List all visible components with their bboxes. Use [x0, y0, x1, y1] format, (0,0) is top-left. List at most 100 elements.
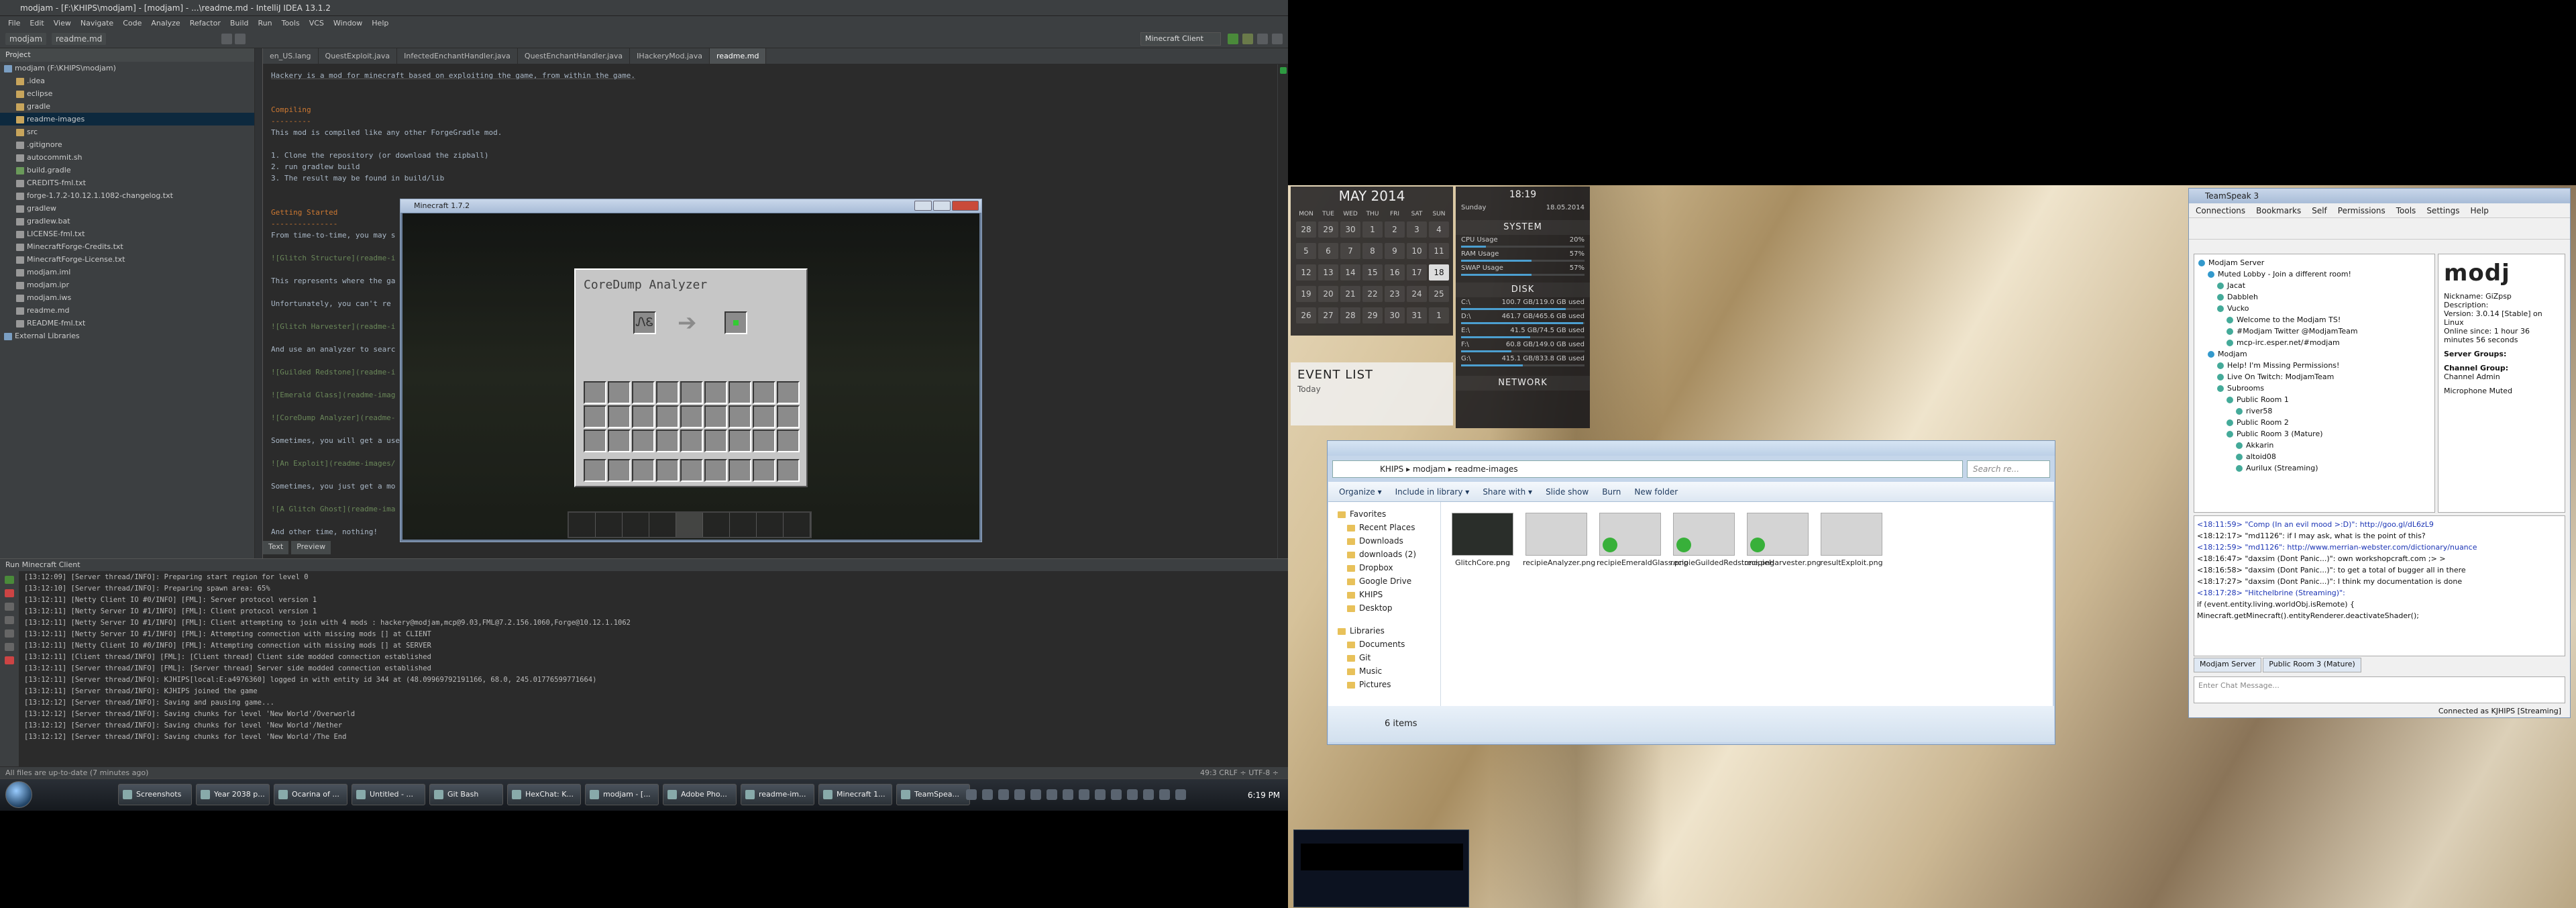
inventory-slot[interactable]: [753, 405, 775, 428]
channel-tree-item[interactable]: Jacat: [2194, 280, 2434, 291]
taskbar-button[interactable]: Screenshots: [118, 784, 192, 805]
tree-item[interactable]: readme-images: [0, 113, 254, 125]
inventory-slot[interactable]: [584, 459, 606, 482]
tray-icon[interactable]: [998, 789, 1009, 800]
maximize-button[interactable]: [933, 201, 951, 211]
taskbar-button[interactable]: Year 2038 p...: [196, 784, 270, 805]
nav-item[interactable]: Recent Places: [1328, 521, 1440, 534]
calendar-day[interactable]: 19: [1296, 286, 1316, 302]
chat-input[interactable]: Enter Chat Message...: [2194, 676, 2565, 703]
menu-item[interactable]: Navigate: [80, 19, 113, 28]
menu-item[interactable]: File: [8, 19, 20, 28]
tree-item[interactable]: build.gradle: [0, 164, 254, 176]
calendar-day[interactable]: 12: [1296, 264, 1316, 281]
nav-item[interactable]: Dropbox: [1328, 561, 1440, 574]
taskbar-clock[interactable]: 6:19 PM: [1245, 785, 1283, 805]
close-run-icon[interactable]: [5, 656, 14, 664]
calendar-day[interactable]: 20: [1318, 286, 1338, 302]
editor-tab[interactable]: QuestEnchantHandler.java: [518, 48, 631, 64]
tree-item[interactable]: modjam.ipr: [0, 279, 254, 291]
calendar-day[interactable]: 28: [1296, 221, 1316, 238]
calendar-day[interactable]: 27: [1318, 307, 1338, 323]
tray-icon[interactable]: [1030, 789, 1041, 800]
tray-icon[interactable]: [1127, 789, 1138, 800]
nav-item[interactable]: Google Drive: [1328, 574, 1440, 588]
taskbar-button[interactable]: Git Bash: [429, 784, 503, 805]
calendar-day[interactable]: 29: [1318, 221, 1338, 238]
nav-item[interactable]: downloads (2): [1328, 548, 1440, 561]
calendar-day[interactable]: 15: [1362, 264, 1383, 281]
channel-tree-item[interactable]: Vucko: [2194, 303, 2434, 314]
channel-tree-item[interactable]: mcp-irc.esper.net/#modjam: [2194, 337, 2434, 348]
hotbar-slot[interactable]: [649, 513, 676, 537]
inventory-slot[interactable]: [584, 381, 606, 404]
calendar-day[interactable]: 1: [1362, 221, 1383, 238]
calendar-day[interactable]: 5: [1296, 243, 1316, 259]
channel-tree-item[interactable]: Live On Twitch: ModjamTeam: [2194, 371, 2434, 383]
menu-item[interactable]: Code: [123, 19, 142, 28]
channel-tree-item[interactable]: Modjam Server: [2194, 257, 2434, 268]
tree-item[interactable]: gradle: [0, 100, 254, 113]
inventory-slot[interactable]: [753, 430, 775, 452]
inventory-slot[interactable]: [753, 459, 775, 482]
calendar-day[interactable]: 21: [1340, 286, 1360, 302]
start-button[interactable]: [5, 781, 32, 808]
calendar-day[interactable]: 22: [1362, 286, 1383, 302]
ts-menu-item[interactable]: Self: [2312, 206, 2327, 215]
inventory-slot[interactable]: [704, 459, 727, 482]
nav-item[interactable]: KHIPS: [1328, 588, 1440, 601]
editor-scrollbar[interactable]: [1277, 64, 1288, 558]
menu-item[interactable]: Edit: [30, 19, 44, 28]
hotbar-slot[interactable]: [730, 513, 757, 537]
hotbar-slot[interactable]: [596, 513, 623, 537]
nav-item[interactable]: Libraries: [1328, 624, 1440, 638]
inventory-slot[interactable]: [777, 405, 800, 428]
menu-item[interactable]: VCS: [309, 19, 324, 28]
tray-icon[interactable]: [1079, 789, 1089, 800]
nav-item[interactable]: Favorites: [1328, 507, 1440, 521]
ts-menu-item[interactable]: Connections: [2196, 206, 2245, 215]
tab-preview[interactable]: Preview: [291, 541, 331, 554]
menu-item[interactable]: Window: [333, 19, 362, 28]
inventory-slot[interactable]: [680, 459, 703, 482]
inventory-slot[interactable]: [656, 405, 679, 428]
tree-item[interactable]: modjam.iws: [0, 291, 254, 304]
hotbar-slot[interactable]: [569, 513, 596, 537]
run-config-select[interactable]: Minecraft Client: [1140, 32, 1221, 46]
chat-tab-server[interactable]: Modjam Server: [2194, 658, 2262, 672]
file-item[interactable]: GlitchCore.png: [1449, 513, 1516, 567]
inventory-slot[interactable]: [680, 405, 703, 428]
command-button[interactable]: New folder: [1634, 487, 1678, 497]
tree-item[interactable]: gradlew: [0, 202, 254, 215]
run-icon[interactable]: [1228, 34, 1238, 44]
tree-item[interactable]: MinecraftForge-Credits.txt: [0, 240, 254, 253]
inventory-slot[interactable]: [777, 381, 800, 404]
nav-item[interactable]: Git: [1328, 651, 1440, 664]
channel-tree-item[interactable]: #Modjam Twitter @ModjamTeam: [2194, 325, 2434, 337]
calendar-day[interactable]: 29: [1362, 307, 1383, 323]
channel-tree-item[interactable]: Public Room 2: [2194, 417, 2434, 428]
tree-item[interactable]: README-fml.txt: [0, 317, 254, 330]
calendar-day[interactable]: 23: [1385, 286, 1405, 302]
tree-item[interactable]: LICENSE-fml.txt: [0, 228, 254, 240]
taskbar-button[interactable]: Minecraft 1...: [818, 784, 892, 805]
channel-tree-item[interactable]: river58: [2194, 405, 2434, 417]
channel-tree-item[interactable]: Help! I'm Missing Permissions!: [2194, 360, 2434, 371]
inventory-slot[interactable]: [608, 381, 631, 404]
tray-icon[interactable]: [1014, 789, 1025, 800]
address-bar[interactable]: KHIPS ▸ modjam ▸ readme-images: [1332, 460, 1963, 478]
collapse-all-icon[interactable]: [221, 34, 232, 44]
output-slot[interactable]: [724, 311, 747, 334]
calendar-day[interactable]: 13: [1318, 264, 1338, 281]
taskbar-button[interactable]: Ocarina of ...: [274, 784, 347, 805]
taskbar-button[interactable]: modjam - [...: [585, 784, 659, 805]
console-output[interactable]: [13:12:09] [Server thread/INFO]: Prepari…: [19, 570, 1288, 766]
inventory-slot[interactable]: [777, 459, 800, 482]
calendar-day[interactable]: 10: [1407, 243, 1427, 259]
channel-tree-item[interactable]: Aurilux (Streaming): [2194, 462, 2434, 474]
menu-item[interactable]: Tools: [282, 19, 300, 28]
tree-item[interactable]: External Libraries: [0, 330, 254, 342]
tray-icon[interactable]: [966, 789, 977, 800]
calendar-day[interactable]: 28: [1340, 307, 1360, 323]
print-icon[interactable]: [5, 643, 14, 651]
